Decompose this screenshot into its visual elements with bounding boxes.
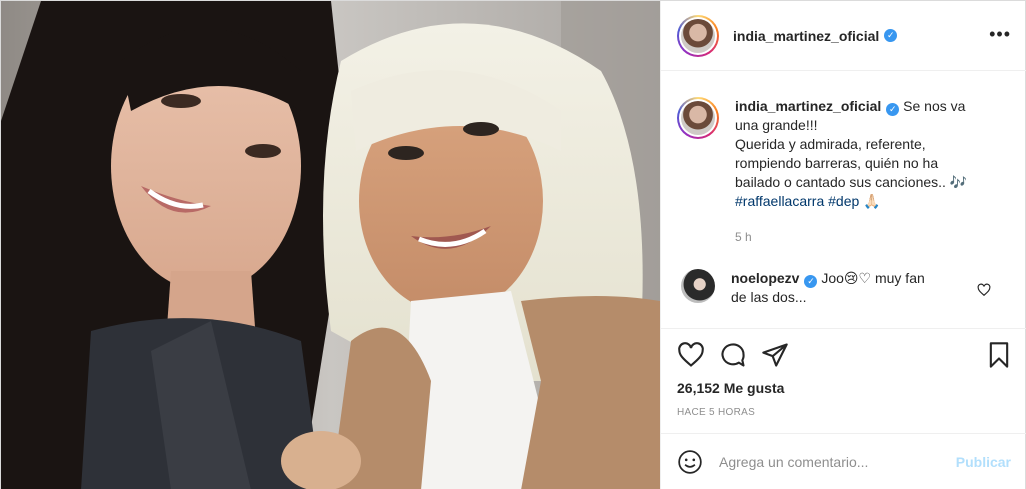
comment-text: noelopezv ✓ Joo😢♡ muy fan de las dos...	[731, 269, 971, 307]
hashtag-link[interactable]: #dep	[828, 193, 859, 209]
caption-lead: Se nos va	[903, 98, 966, 114]
avatar-frame	[679, 16, 717, 55]
caption-line: una grande!!!	[735, 117, 818, 133]
caption-author[interactable]: india_martinez_oficial	[735, 98, 881, 114]
post-actions	[661, 328, 1026, 384]
comment-like-icon[interactable]	[977, 283, 991, 297]
comment-body: Joo😢♡ muy fan	[821, 270, 925, 286]
post-side-panel: india_martinez_oficial ✓ ••• india_marti…	[660, 1, 1026, 489]
verified-badge-icon: ✓	[804, 275, 818, 288]
instagram-post: india_martinez_oficial ✓ ••• india_marti…	[0, 0, 1026, 489]
comment-input[interactable]	[719, 454, 929, 470]
paper-plane-icon[interactable]	[761, 341, 789, 369]
caption-line: Querida y admirada, referente,	[735, 136, 926, 152]
post-header: india_martinez_oficial ✓ •••	[661, 1, 1026, 71]
caption-time[interactable]: 5 h	[735, 228, 995, 247]
caption-line: bailado o cantado sus canciones.. 🎶	[735, 174, 968, 190]
caption-emoji: 🙏🏻	[863, 193, 881, 209]
heart-icon[interactable]	[677, 341, 705, 369]
commenter-avatar[interactable]	[681, 269, 715, 303]
post-photo[interactable]	[1, 1, 660, 489]
caption-line: rompiendo barreras, quién no ha	[735, 155, 939, 171]
post-caption: india_martinez_oficial ✓ Se nos va una gr…	[677, 97, 1017, 247]
verified-badge-icon: ✓	[884, 29, 898, 42]
add-comment-bar: Publicar	[661, 433, 1026, 489]
commenter-username[interactable]: noelopezv	[731, 270, 799, 286]
caption-author-avatar[interactable]	[677, 97, 719, 139]
bookmark-icon[interactable]	[985, 341, 1013, 369]
publish-button[interactable]: Publicar	[956, 454, 1011, 470]
hashtag-link[interactable]: #raffaellacarra	[735, 193, 824, 209]
author-username[interactable]: india_martinez_oficial	[733, 28, 879, 44]
author-avatar[interactable]	[677, 14, 719, 57]
avatar-image	[681, 101, 715, 135]
comment-bubble-icon[interactable]	[719, 341, 747, 369]
avatar-frame	[679, 99, 717, 137]
avatar-image	[681, 18, 715, 53]
comment-body: de las dos...	[731, 289, 807, 305]
caption-text: india_martinez_oficial ✓ Se nos va una gr…	[735, 97, 995, 247]
photo-illustration	[1, 1, 660, 489]
comment-item: noelopezv ✓ Joo😢♡ muy fan de las dos...	[677, 269, 1017, 307]
more-options-icon[interactable]: •••	[989, 25, 1011, 43]
emoji-smile-icon[interactable]	[677, 449, 703, 475]
verified-badge-icon: ✓	[886, 103, 900, 116]
likes-count[interactable]: 26,152 Me gusta	[677, 380, 784, 396]
post-date[interactable]: HACE 5 HORAS	[677, 407, 755, 418]
